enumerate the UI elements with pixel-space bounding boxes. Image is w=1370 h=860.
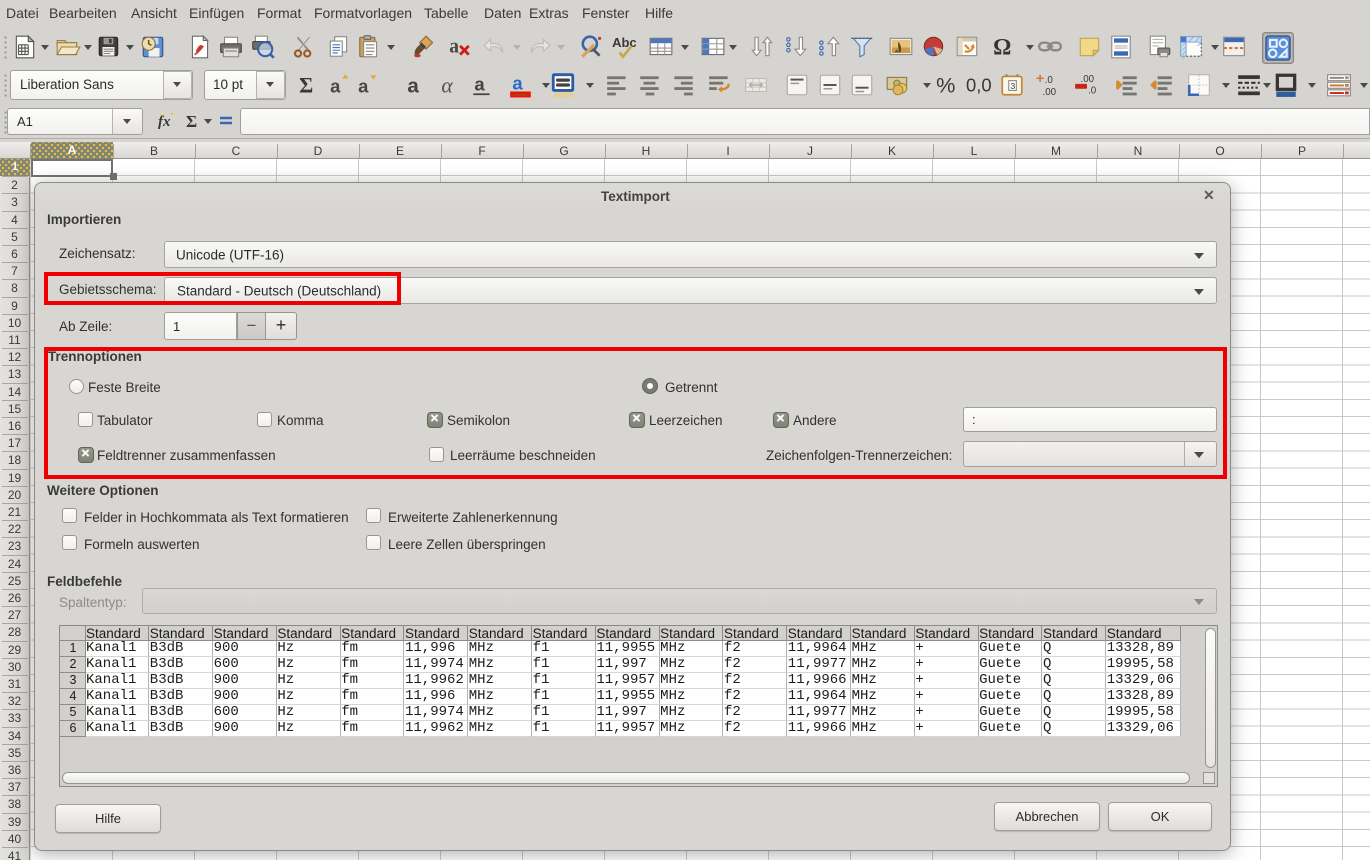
svg-text:.00: .00	[1043, 87, 1057, 98]
svg-text:a: a	[407, 75, 419, 98]
svg-text:a: a	[358, 76, 369, 97]
svg-text:%: %	[936, 73, 955, 98]
svg-text:.0: .0	[1045, 75, 1054, 86]
svg-text:Σ: Σ	[299, 74, 313, 98]
svg-text:.00: .00	[1081, 74, 1095, 85]
svg-text:a: a	[474, 73, 485, 94]
svg-text:Ω: Ω	[993, 35, 1011, 60]
svg-text:a: a	[330, 76, 341, 97]
svg-text:Σ: Σ	[186, 112, 197, 131]
svg-text:a: a	[512, 72, 523, 93]
svg-text:+: +	[1036, 72, 1044, 86]
svg-text:α: α	[441, 74, 453, 98]
svg-text:3: 3	[1010, 81, 1015, 91]
svg-text:fx: fx	[158, 114, 171, 130]
svg-text:.0: .0	[1088, 86, 1097, 97]
svg-text:0,0: 0,0	[966, 75, 992, 96]
svg-text:a: a	[449, 36, 459, 57]
svg-text:Abc: Abc	[612, 35, 637, 50]
